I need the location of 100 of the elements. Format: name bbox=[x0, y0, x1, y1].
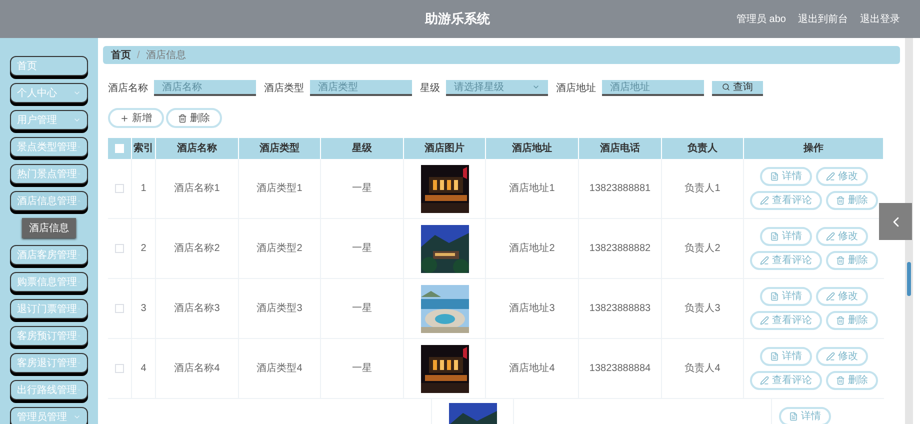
table-cell: 酒店名称2 bbox=[156, 219, 239, 278]
breadcrumb-link[interactable]: 首页 bbox=[111, 48, 131, 62]
chevron-icon bbox=[532, 83, 540, 91]
pen-icon bbox=[760, 256, 769, 265]
table-cell: 一星 bbox=[321, 159, 404, 218]
field-label: 酒店地址 bbox=[556, 82, 596, 96]
row-action-button[interactable]: 删除 bbox=[826, 311, 878, 330]
column-header: 索引 bbox=[132, 138, 156, 159]
table-cell: 13823888881 bbox=[579, 159, 662, 218]
trash-icon bbox=[836, 256, 845, 265]
table-cell: 13823888882 bbox=[579, 219, 662, 278]
table-cell: 酒店地址2 bbox=[486, 219, 579, 278]
row-action-button[interactable]: 查看评论 bbox=[750, 371, 822, 390]
row-action-button[interactable]: 删除 bbox=[826, 251, 878, 270]
pen-icon bbox=[760, 196, 769, 205]
table-cell: 一星 bbox=[321, 339, 404, 398]
row-action-button[interactable]: 详情 bbox=[779, 407, 831, 424]
column-header: 酒店地址 bbox=[486, 138, 579, 159]
row-action-button[interactable]: 查看评论 bbox=[750, 311, 822, 330]
app-title: 助游乐系统 bbox=[425, 10, 490, 28]
table-cell: 一星 bbox=[321, 219, 404, 278]
sidebar-item[interactable]: 用户管理 bbox=[10, 110, 88, 130]
sidebar-item[interactable]: 客房退订管理 bbox=[10, 353, 88, 373]
sidebar-item[interactable]: 管理员管理 bbox=[10, 407, 88, 424]
breadcrumb-link[interactable]: 酒店信息 bbox=[146, 48, 186, 62]
row-action-button[interactable]: 详情 bbox=[760, 287, 812, 306]
table-cell: 酒店类型1 bbox=[239, 159, 321, 218]
row-action-button[interactable]: 修改 bbox=[816, 347, 868, 366]
checkbox[interactable] bbox=[115, 304, 124, 313]
document-icon bbox=[770, 352, 779, 361]
table-cell: 4 bbox=[132, 339, 156, 398]
table-cell: 负责人1 bbox=[662, 159, 744, 218]
pen-icon bbox=[760, 316, 769, 325]
checkbox[interactable] bbox=[115, 364, 124, 373]
breadcrumb-separator: / bbox=[137, 48, 140, 62]
sidebar-item[interactable]: 退订门票管理 bbox=[10, 299, 88, 319]
sidebar-item[interactable]: 景点类型管理 bbox=[10, 137, 88, 157]
column-header: 酒店类型 bbox=[239, 138, 321, 159]
table-cell: 酒店类型3 bbox=[239, 279, 321, 338]
sidebar-item[interactable]: 客房预订管理 bbox=[10, 326, 88, 346]
row-action-button[interactable]: 详情 bbox=[760, 227, 812, 246]
table-cell: 酒店名称4 bbox=[156, 339, 239, 398]
admin-user: 管理员 abo bbox=[736, 12, 786, 26]
search-button[interactable]: 查询 bbox=[712, 80, 763, 96]
row-action-button[interactable]: 修改 bbox=[816, 287, 868, 306]
pen-icon bbox=[826, 352, 835, 361]
select-field[interactable]: 请选择星级 bbox=[446, 80, 548, 96]
row-action-button[interactable]: 删除 bbox=[826, 371, 878, 390]
trash-icon bbox=[836, 316, 845, 325]
document-icon bbox=[789, 412, 798, 421]
column-header: 星级 bbox=[321, 138, 404, 159]
checkbox[interactable] bbox=[115, 244, 124, 253]
row-action-button[interactable]: 修改 bbox=[816, 167, 868, 186]
column-header: 酒店名称 bbox=[156, 138, 239, 159]
trash-icon bbox=[178, 114, 187, 122]
row-action-button[interactable]: 查看评论 bbox=[750, 251, 822, 270]
input-field[interactable]: 酒店类型 bbox=[310, 80, 412, 96]
search-icon bbox=[722, 83, 730, 91]
document-icon bbox=[770, 172, 779, 181]
header-link[interactable]: 退出到前台 bbox=[798, 12, 848, 26]
table-cell: 负责人3 bbox=[662, 279, 744, 338]
submenu-item[interactable]: 酒店信息 bbox=[22, 218, 76, 238]
row-action-button[interactable]: 修改 bbox=[816, 227, 868, 246]
toolbar-button[interactable]: 删除 bbox=[166, 108, 222, 128]
sidebar-item[interactable]: 酒店客房管理 bbox=[10, 245, 88, 265]
row-action-button[interactable]: 查看评论 bbox=[750, 191, 822, 210]
input-field[interactable]: 酒店地址 bbox=[602, 80, 704, 96]
table-cell: 一星 bbox=[321, 279, 404, 338]
table-cell: 酒店地址1 bbox=[486, 159, 579, 218]
row-action-button[interactable]: 删除 bbox=[826, 191, 878, 210]
sidebar-item[interactable]: 购票信息管理 bbox=[10, 272, 88, 292]
column-header: 酒店电话 bbox=[579, 138, 662, 159]
input-field[interactable]: 酒店名称 bbox=[154, 80, 256, 96]
side-panel-toggle[interactable] bbox=[879, 203, 912, 240]
scrollbar-thumb[interactable] bbox=[907, 262, 911, 296]
pen-icon bbox=[826, 232, 835, 241]
table-cell: 酒店地址3 bbox=[486, 279, 579, 338]
table-cell: 1 bbox=[132, 159, 156, 218]
table-cell: 酒店类型2 bbox=[239, 219, 321, 278]
field-label: 酒店名称 bbox=[108, 82, 148, 96]
pen-icon bbox=[826, 172, 835, 181]
row-action-button[interactable]: 详情 bbox=[760, 347, 812, 366]
sidebar-item[interactable]: 个人中心 bbox=[10, 83, 88, 103]
table-cell: 13823888884 bbox=[579, 339, 662, 398]
row-action-button[interactable]: 详情 bbox=[760, 167, 812, 186]
table-cell: 负责人2 bbox=[662, 219, 744, 278]
pen-icon bbox=[826, 292, 835, 301]
plus-icon bbox=[120, 114, 129, 122]
checkbox[interactable] bbox=[115, 184, 124, 193]
table-cell: 酒店名称1 bbox=[156, 159, 239, 218]
sidebar-item[interactable]: 热门景点管理 bbox=[10, 164, 88, 184]
header-link[interactable]: 退出登录 bbox=[860, 12, 900, 26]
sidebar-item[interactable]: 首页 bbox=[10, 56, 88, 76]
column-header: 操作 bbox=[744, 138, 884, 159]
field-label: 星级 bbox=[420, 82, 440, 96]
table-cell: 酒店类型4 bbox=[239, 339, 321, 398]
toolbar-button[interactable]: 新增 bbox=[108, 108, 164, 128]
sidebar-item[interactable]: 出行路线管理 bbox=[10, 380, 88, 400]
table-cell: 酒店名称3 bbox=[156, 279, 239, 338]
document-icon bbox=[770, 292, 779, 301]
